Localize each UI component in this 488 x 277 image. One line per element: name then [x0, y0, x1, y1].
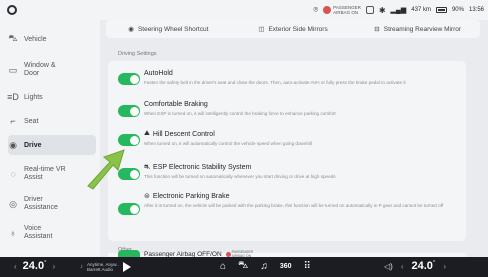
- parking-brake-icon: ⊜: [144, 193, 150, 200]
- home-icon[interactable]: ⌂: [220, 261, 226, 272]
- sidebar-item-label: Lights: [24, 93, 43, 101]
- autohold-toggle[interactable]: [118, 73, 140, 85]
- car-icon[interactable]: ⛍: [238, 260, 248, 273]
- apps-grid-icon[interactable]: ⠿: [304, 261, 311, 272]
- sidebar-item-voice-assistant[interactable]: ♁ Voice Assistant: [8, 225, 96, 241]
- range-text: 437 km: [411, 7, 431, 13]
- sidebar-item-vehicle[interactable]: ⛍ Vehicle: [8, 33, 96, 44]
- seat-icon: ⌐: [10, 116, 16, 126]
- electronic-parking-brake-toggle[interactable]: [118, 203, 140, 215]
- sidebar-item-label: Vehicle: [24, 35, 47, 43]
- lights-icon: ≡D: [7, 92, 19, 102]
- vr-assist-icon: ◌: [10, 169, 16, 179]
- bluetooth-icon: ✱: [378, 5, 386, 15]
- shortcut-label: Exterior Side Mirrors: [268, 25, 328, 33]
- arrow-shape: [87, 149, 125, 190]
- airbag-icon: [323, 6, 332, 14]
- shortcut-label: Streaming Rearview Mirror: [383, 25, 462, 33]
- exterior-side-mirrors-button[interactable]: ◫ Exterior Side Mirrors: [231, 20, 356, 38]
- sidebar-item-driver-assistance[interactable]: ◎ Driver Assistance: [8, 196, 96, 212]
- status-indicators: ⌾ PASSENGER AIRBAG ON ✱ ▂▄▆ 437 km 90% 1…: [313, 3, 484, 17]
- setting-title: Hill Descent Control: [152, 130, 215, 138]
- steering-wheel-icon: ◉: [128, 26, 134, 33]
- setting-row-autohold: AutoHold Fasten the safety belt in the d…: [108, 67, 466, 97]
- screen-icon: [365, 6, 374, 14]
- sidebar-item-seat[interactable]: ⌐ Seat: [8, 116, 96, 126]
- setting-description: After it is turned on, the vehicle will …: [144, 203, 444, 208]
- volume-icon[interactable]: ◁): [384, 262, 393, 271]
- setting-description: Fasten the safety belt in the driver's s…: [144, 80, 406, 85]
- sidebar-item-label: Voice Assistant: [24, 225, 53, 240]
- sidebar-item-label: Seat: [24, 117, 39, 125]
- chevron-right-icon[interactable]: ›: [443, 262, 446, 271]
- streaming-rearview-mirror-button[interactable]: ⊟ Streaming Rearview Mirror: [355, 20, 480, 38]
- setting-row-electronic-parking-brake: ⊜ Electronic Parking Brake After it is t…: [108, 189, 466, 229]
- sidebar-item-drive[interactable]: ◉ Drive: [8, 135, 96, 155]
- car-icon: ⛍: [8, 33, 18, 43]
- settings-sidebar: ⛍ Vehicle ▭ Window & Door ≡D Lights ⌐ Se…: [0, 20, 100, 257]
- sidebar-item-label: Window & Door: [24, 62, 56, 77]
- mirror-icon: ◫: [258, 26, 265, 33]
- sidebar-item-label: Drive: [24, 141, 42, 149]
- setting-description: When ESP is turned on, it will intellige…: [144, 111, 336, 116]
- drive-settings-panel: ◉ Steering Wheel Shortcut ◫ Exterior Sid…: [100, 20, 488, 257]
- chevron-right-icon[interactable]: ›: [53, 262, 56, 271]
- setting-title-row: ⛐ ESP Electronic Stability System: [144, 163, 251, 172]
- setting-title-row: ⛰ Hill Descent Control: [144, 130, 215, 138]
- media-artist: Barrett Audio: [87, 267, 114, 272]
- setting-title-row: ⊜ Electronic Parking Brake: [144, 192, 230, 201]
- driver-assist-icon: ◎: [9, 198, 17, 209]
- setting-row-hill-descent-control: ⛰ Hill Descent Control When turned on, i…: [108, 128, 466, 158]
- play-icon[interactable]: [122, 262, 131, 272]
- airbag-status: PASSENGER AIRBAG ON: [323, 5, 361, 15]
- sidebar-item-label: Driver Assistance: [24, 196, 58, 211]
- setting-row-comfortable-braking: Comfortable Braking When ESP is turned o…: [108, 99, 466, 127]
- driving-settings-card: AutoHold Fasten the safety belt in the d…: [108, 61, 466, 241]
- setting-description: When turned on, it will automatically co…: [144, 141, 313, 146]
- sidebar-item-window-door[interactable]: ▭ Window & Door: [8, 62, 96, 78]
- voice-icon: ♁: [9, 228, 17, 238]
- music-note-icon: ♪: [80, 264, 83, 270]
- chevron-left-icon[interactable]: ‹: [401, 262, 404, 271]
- battery-icon: [435, 7, 447, 13]
- setting-title: AutoHold: [144, 70, 173, 77]
- camera-360-icon[interactable]: 360: [280, 263, 292, 270]
- left-temperature-control[interactable]: ‹ 24.0° ›: [14, 260, 55, 272]
- setting-title: Electronic Parking Brake: [152, 192, 230, 200]
- section-title-driving-settings: Driving Settings: [118, 51, 157, 57]
- brand-logo-icon: [7, 5, 17, 15]
- pointer-arrow-annotation: [87, 149, 125, 190]
- right-temperature: 24.0°: [411, 260, 436, 272]
- setting-row-esp: ⛐ ESP Electronic Stability System This f…: [108, 160, 466, 190]
- setting-title: Comfortable Braking: [144, 101, 208, 108]
- steering-wheel-shortcut-button[interactable]: ◉ Steering Wheel Shortcut: [106, 20, 231, 38]
- clock-time: 13:56: [468, 7, 484, 13]
- media-widget[interactable]: ♪ Anytime, Anyw.. Barrett Audio: [80, 262, 131, 272]
- signal-icon: ▂▄▆: [390, 7, 407, 14]
- hill-descent-icon: ⛰: [144, 130, 150, 137]
- comfortable-braking-toggle[interactable]: [118, 105, 140, 117]
- shortcut-label: Steering Wheel Shortcut: [137, 25, 209, 33]
- setting-title: ESP Electronic Stability System: [153, 164, 252, 171]
- window-icon: ▭: [8, 64, 18, 75]
- music-icon[interactable]: ♫: [260, 261, 268, 272]
- location-icon: ⌾: [313, 5, 319, 14]
- esp-icon: ⛐: [144, 164, 151, 171]
- airbag-status-line2: AIRBAG ON: [333, 10, 359, 15]
- airbag-icon: [225, 251, 231, 257]
- status-bar: ⌾ PASSENGER AIRBAG ON ✱ ▂▄▆ 437 km 90% 1…: [0, 0, 488, 20]
- steering-wheel-icon: ◉: [9, 139, 17, 150]
- battery-percent: 90%: [451, 7, 464, 13]
- sidebar-item-label: Real-time VR Assist: [24, 166, 66, 181]
- left-temperature: 24.0°: [22, 260, 47, 272]
- setting-description: This function will be turned on automati…: [144, 174, 336, 179]
- rearview-mirror-icon: ⊟: [374, 26, 380, 33]
- dock-app-icons: ⌂ ⛍ ♫ 360 ⠿: [220, 260, 311, 273]
- bottom-dock: ‹ 24.0° › ♪ Anytime, Anyw.. Barrett Audi…: [0, 257, 488, 277]
- right-controls: ◁) ‹ 24.0° ›: [384, 260, 446, 272]
- shortcut-bar: ◉ Steering Wheel Shortcut ◫ Exterior Sid…: [106, 20, 480, 38]
- sidebar-item-lights[interactable]: ≡D Lights: [7, 92, 96, 102]
- sidebar-item-real-time-vr-assist[interactable]: ◌ Real-time VR Assist: [8, 166, 96, 182]
- chevron-left-icon[interactable]: ‹: [14, 262, 17, 271]
